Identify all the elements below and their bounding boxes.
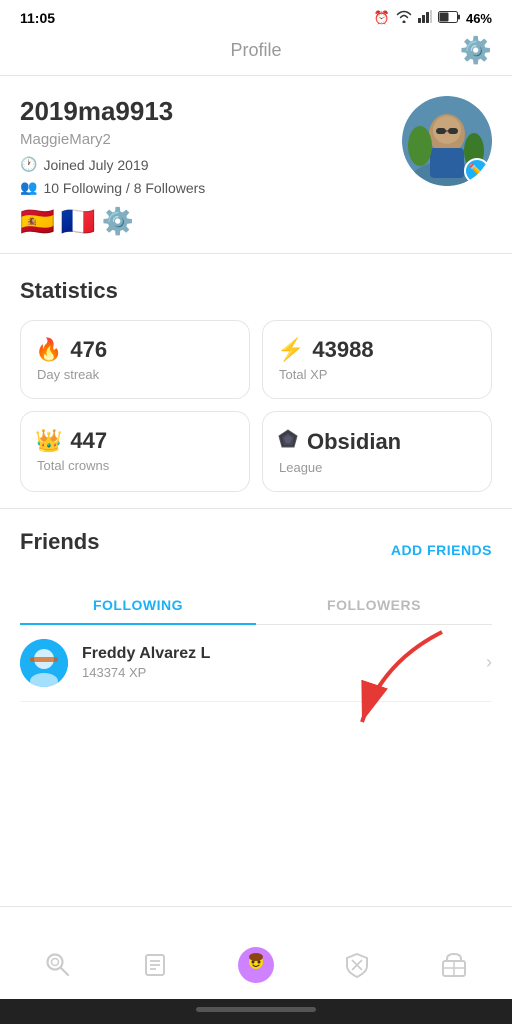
battery-percent: 46% bbox=[466, 11, 492, 26]
lightning-icon: ⚡ bbox=[277, 337, 304, 363]
statistics-section: Statistics 🔥 476 Day streak ⚡ 43988 Tota… bbox=[0, 254, 512, 509]
page-header: Profile ⚙️ bbox=[0, 32, 512, 76]
chevron-right-icon: › bbox=[486, 652, 492, 673]
nav-learn[interactable] bbox=[141, 951, 169, 979]
flags-row: 🇪🇸 🇫🇷 ⚙️ bbox=[20, 206, 402, 237]
clock-icon: 🕐 bbox=[20, 156, 37, 173]
streak-label: Day streak bbox=[35, 367, 235, 382]
crowns-value: 447 bbox=[70, 428, 107, 454]
wifi-icon bbox=[396, 10, 412, 26]
people-icon: 👥 bbox=[20, 179, 37, 196]
edit-avatar-button[interactable]: ✏️ bbox=[464, 158, 490, 184]
profile-section: 2019ma9913 MaggieMary2 🕐 Joined July 201… bbox=[0, 76, 512, 254]
fire-icon: 🔥 bbox=[35, 337, 62, 363]
battery-icon bbox=[438, 11, 460, 26]
xp-label: Total XP bbox=[277, 367, 477, 382]
profile-info: 2019ma9913 MaggieMary2 🕐 Joined July 201… bbox=[20, 96, 402, 237]
page-title: Profile bbox=[230, 40, 281, 61]
obsidian-icon bbox=[277, 428, 299, 456]
friends-tabs: FOLLOWING FOLLOWERS bbox=[20, 587, 492, 625]
nav-store[interactable] bbox=[440, 951, 468, 979]
friends-list: Freddy Alvarez L 143374 XP › bbox=[20, 625, 492, 702]
xp-value: 43988 bbox=[312, 337, 373, 363]
friend-info: Freddy Alvarez L 143374 XP bbox=[82, 645, 486, 680]
statistics-title: Statistics bbox=[20, 278, 492, 304]
add-friends-button[interactable]: ADD FRIENDS bbox=[391, 542, 492, 558]
friend-name: Freddy Alvarez L bbox=[82, 645, 486, 663]
flag-france: 🇫🇷 bbox=[61, 208, 96, 236]
status-icons: ⏰ 46% bbox=[374, 10, 492, 26]
bottom-nav bbox=[0, 906, 512, 999]
course-settings-icon[interactable]: ⚙️ bbox=[102, 206, 134, 237]
crown-icon: 👑 bbox=[35, 428, 62, 454]
nav-profile-active[interactable] bbox=[238, 947, 274, 983]
display-name: MaggieMary2 bbox=[20, 131, 402, 148]
stat-card-streak: 🔥 476 Day streak bbox=[20, 320, 250, 399]
stat-card-xp: ⚡ 43988 Total XP bbox=[262, 320, 492, 399]
stat-card-crowns: 👑 447 Total crowns bbox=[20, 411, 250, 492]
nav-search[interactable] bbox=[44, 951, 72, 979]
crowns-label: Total crowns bbox=[35, 458, 235, 473]
settings-icon[interactable]: ⚙️ bbox=[460, 35, 492, 66]
tab-followers[interactable]: FOLLOWERS bbox=[256, 587, 492, 624]
friend-row[interactable]: Freddy Alvarez L 143374 XP › bbox=[20, 625, 492, 702]
tab-following[interactable]: FOLLOWING bbox=[20, 587, 256, 625]
status-bar: 11:05 ⏰ 46% bbox=[0, 0, 512, 32]
streak-value: 476 bbox=[70, 337, 107, 363]
time: 11:05 bbox=[20, 10, 55, 26]
league-label: League bbox=[277, 460, 477, 475]
stats-grid: 🔥 476 Day streak ⚡ 43988 Total XP 👑 447 … bbox=[20, 320, 492, 492]
home-bar bbox=[196, 1007, 316, 1012]
friend-avatar bbox=[20, 639, 68, 687]
flag-spain: 🇪🇸 bbox=[20, 208, 55, 236]
alarm-icon: ⏰ bbox=[374, 10, 390, 26]
nav-leaderboard[interactable] bbox=[343, 951, 371, 979]
join-date: 🕐 Joined July 2019 bbox=[20, 156, 402, 173]
username: 2019ma9913 bbox=[20, 96, 402, 127]
home-indicator bbox=[0, 999, 512, 1024]
friends-title: Friends bbox=[20, 529, 99, 555]
avatar[interactable]: ✏️ bbox=[402, 96, 492, 186]
friends-section: Friends ADD FRIENDS FOLLOWING FOLLOWERS … bbox=[0, 509, 512, 702]
following-info: 👥 10 Following / 8 Followers bbox=[20, 179, 402, 196]
league-value: Obsidian bbox=[307, 429, 401, 455]
stat-card-league: Obsidian League bbox=[262, 411, 492, 492]
signal-icon bbox=[418, 10, 432, 26]
friends-header: Friends ADD FRIENDS bbox=[20, 529, 492, 571]
friend-xp: 143374 XP bbox=[82, 665, 486, 680]
